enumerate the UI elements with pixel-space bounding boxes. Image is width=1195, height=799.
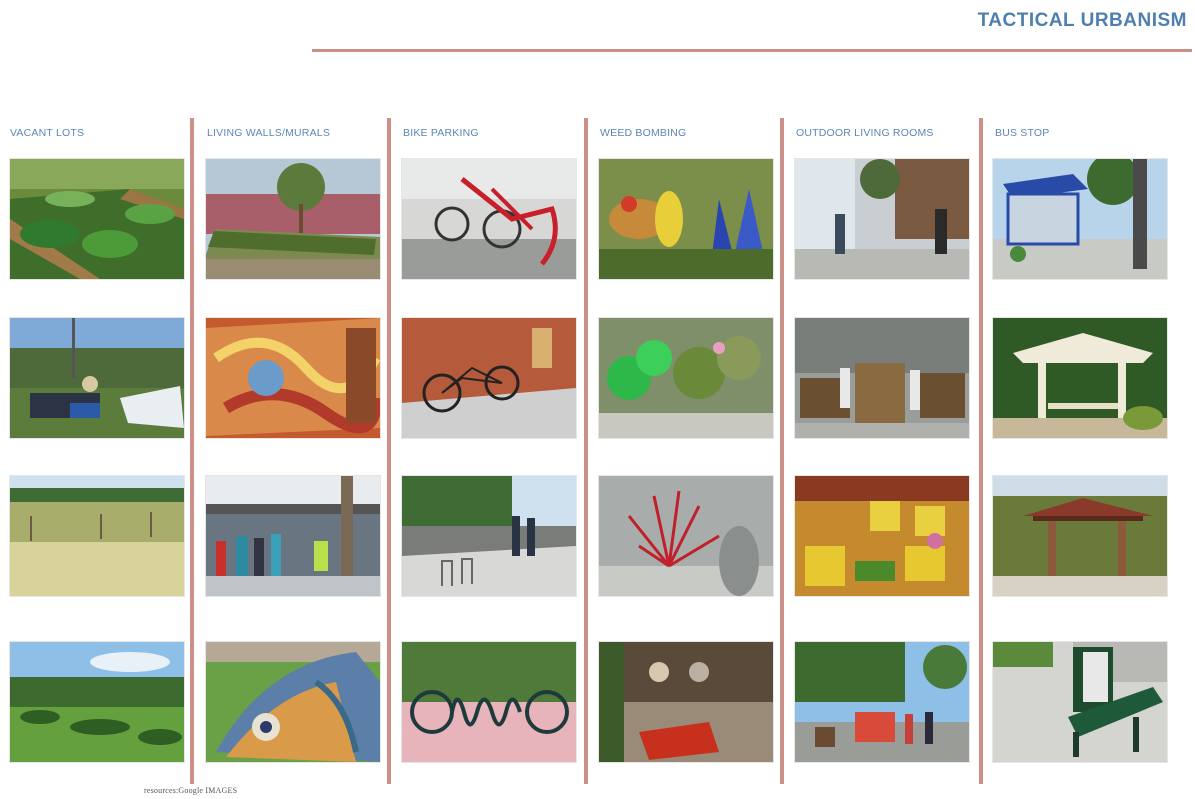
column-heading-weed-bombing: WEED BOMBING bbox=[600, 127, 687, 139]
column-divider bbox=[979, 118, 983, 784]
photo-mural-wall-with-people bbox=[206, 476, 380, 596]
photo-weed-bomb-red-grass bbox=[599, 476, 773, 596]
page-title: TACTICAL URBANISM bbox=[977, 10, 1187, 31]
photo-bus-stop-blue-shelter bbox=[993, 159, 1167, 279]
column-divider bbox=[190, 118, 194, 784]
photo-bike-rack-red bbox=[402, 159, 576, 279]
column-heading-bus-stop: BUS STOP bbox=[995, 127, 1050, 139]
photo-bus-stop-gazebo bbox=[993, 476, 1167, 596]
column-heading-living-walls: LIVING WALLS/MURALS bbox=[207, 127, 331, 139]
column-divider bbox=[387, 118, 391, 784]
column-divider bbox=[780, 118, 784, 784]
photo-vacant-lot-meadow bbox=[10, 476, 184, 596]
photo-vacant-lot-green-hedges bbox=[10, 642, 184, 762]
column-heading-outdoor-living-rooms: OUTDOOR LIVING ROOMS bbox=[796, 127, 934, 139]
photo-bike-shaped-rack bbox=[402, 642, 576, 762]
photo-weed-bomb-painting-sidewalk bbox=[599, 642, 773, 762]
photo-living-wall-planter bbox=[206, 159, 380, 279]
photo-bus-stop-pergola bbox=[993, 318, 1167, 438]
photo-street-bike-racks bbox=[402, 476, 576, 596]
photo-outdoor-living-wood-furniture bbox=[795, 318, 969, 438]
photo-outdoor-living-yellow-chairs bbox=[795, 476, 969, 596]
photo-outdoor-living-street-gathering bbox=[795, 642, 969, 762]
photo-vacant-lot-volunteers bbox=[10, 318, 184, 438]
photo-bikes-against-brick-wall bbox=[402, 318, 576, 438]
photo-outdoor-living-plaza bbox=[795, 159, 969, 279]
title-underline bbox=[312, 49, 1192, 52]
image-credit: resources:Google IMAGES bbox=[144, 786, 238, 795]
column-divider bbox=[584, 118, 588, 784]
photo-bus-stop-green-bench bbox=[993, 642, 1167, 762]
column-heading-bike-parking: BIKE PARKING bbox=[403, 127, 479, 139]
photo-mural-colorful bbox=[206, 318, 380, 438]
photo-mosaic-fish-sculpture bbox=[206, 642, 380, 762]
photo-vacant-lot-raised-garden-beds bbox=[10, 159, 184, 279]
column-heading-vacant-lots: VACANT LOTS bbox=[10, 127, 85, 139]
photo-weed-bomb-green-leaves bbox=[599, 318, 773, 438]
photo-weed-bomb-painted-plants bbox=[599, 159, 773, 279]
